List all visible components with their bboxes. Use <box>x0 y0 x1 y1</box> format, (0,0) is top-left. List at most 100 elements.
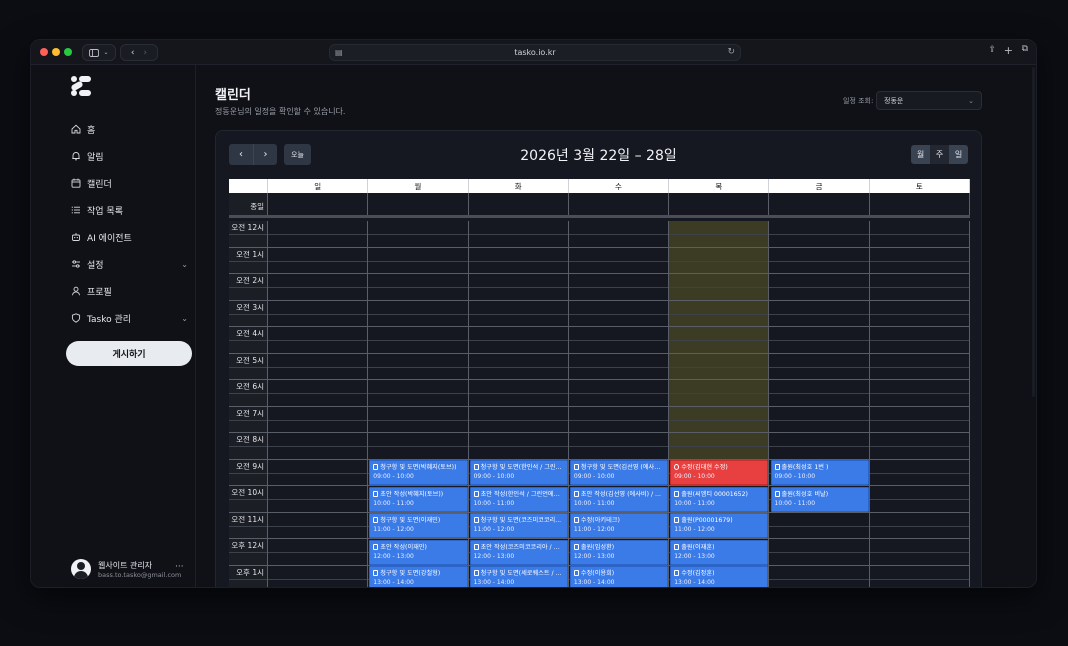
time-slot[interactable] <box>769 433 870 460</box>
time-slot[interactable] <box>869 247 970 274</box>
time-slot[interactable] <box>869 274 970 301</box>
calendar-event[interactable]: 청구항 및 도면(박혜지(토브)) 09:00 - 10:00 <box>369 460 468 485</box>
time-slot[interactable] <box>669 433 770 460</box>
sidebar-item-home[interactable]: 홈 <box>70 120 188 138</box>
time-slot[interactable] <box>669 380 770 407</box>
calendar-event[interactable]: 청구항 및 도면(세로퀘스트 / ... 13:00 - 14:00 <box>469 566 568 587</box>
user-profile[interactable]: 웹사이트 관리자 bass.to.tasko@gmail.com ··· <box>71 557 191 581</box>
schedule-owner-select[interactable]: 정동운 ⌄ <box>876 91 982 110</box>
day-header-4[interactable]: 목 <box>669 179 770 193</box>
time-slot[interactable] <box>468 221 569 248</box>
time-slot[interactable] <box>669 300 770 327</box>
time-slot[interactable] <box>368 221 469 248</box>
all-day-cell[interactable] <box>769 193 870 215</box>
scrollbar[interactable] <box>1032 67 1035 397</box>
view-day-button[interactable]: 일 <box>949 145 968 164</box>
time-slot[interactable] <box>468 300 569 327</box>
time-slot[interactable] <box>669 274 770 301</box>
time-slot[interactable] <box>568 221 670 248</box>
time-slot[interactable] <box>268 433 369 460</box>
time-slot[interactable] <box>568 327 670 354</box>
tab-overview-icon[interactable]: ⧉ <box>1022 44 1028 54</box>
calendar-event[interactable]: 출원(이재훈) 12:00 - 13:00 <box>670 539 769 565</box>
time-slot[interactable] <box>669 353 770 380</box>
close-window-button[interactable] <box>40 48 48 56</box>
time-slot[interactable] <box>669 406 770 433</box>
time-slot[interactable] <box>869 300 970 327</box>
all-day-cell[interactable] <box>368 193 469 215</box>
tasko-logo[interactable] <box>70 75 92 97</box>
time-slot[interactable] <box>368 327 469 354</box>
time-slot[interactable] <box>869 565 970 587</box>
time-slot[interactable] <box>869 353 970 380</box>
time-slot[interactable] <box>568 247 670 274</box>
time-slot[interactable] <box>568 274 670 301</box>
all-day-cell[interactable] <box>468 193 569 215</box>
calendar-event[interactable]: 청구항 및 도면(김선영 (에사비... 09:00 - 10:00 <box>569 460 669 485</box>
calendar-event[interactable]: 출원(씨엠티 00001652) 10:00 - 11:00 <box>670 486 769 512</box>
sidebar-item-tasks[interactable]: 작업 목록 <box>70 201 188 219</box>
time-slot[interactable] <box>368 247 469 274</box>
time-slot[interactable] <box>268 300 369 327</box>
time-slot[interactable] <box>368 300 469 327</box>
time-slot[interactable] <box>268 459 369 486</box>
calendar-event[interactable]: 초안 작성(한인석 / 그린언에너... 10:00 - 11:00 <box>469 486 568 512</box>
day-header-6[interactable]: 토 <box>870 179 970 193</box>
sidebar-toggle-button[interactable]: ⌄ <box>82 44 116 61</box>
calendar-event[interactable]: 수정(김대현 수정) 09:00 - 10:00 <box>670 460 769 485</box>
view-week-button[interactable]: 주 <box>930 145 949 164</box>
time-slot[interactable] <box>769 274 870 301</box>
time-slot[interactable] <box>669 247 770 274</box>
time-slot[interactable] <box>268 353 369 380</box>
time-slot[interactable] <box>368 353 469 380</box>
calendar-event[interactable]: 수정(아키테크) 11:00 - 12:00 <box>569 513 669 538</box>
calendar-event[interactable]: 청구항 및 도면(이재민) 11:00 - 12:00 <box>369 513 468 538</box>
time-slot[interactable] <box>769 565 870 587</box>
chevron-down-icon[interactable]: ⌄ <box>181 314 188 323</box>
day-header-3[interactable]: 수 <box>569 179 670 193</box>
back-button[interactable]: ‹ <box>131 48 135 58</box>
time-slot[interactable] <box>769 327 870 354</box>
calendar-event[interactable]: 초안 작성(김선영 (에사비) / ... 10:00 - 11:00 <box>569 486 669 512</box>
calendar-event[interactable]: 청구항 및 도면(강철형) 13:00 - 14:00 <box>369 566 468 587</box>
time-slot[interactable] <box>268 247 369 274</box>
calendar-event[interactable]: 출원(최성호 1번 ) 09:00 - 10:00 <box>770 460 869 485</box>
day-header-5[interactable]: 금 <box>769 179 870 193</box>
calendar-event[interactable]: 수정(김정훈) 13:00 - 14:00 <box>670 566 769 587</box>
time-slot[interactable] <box>368 274 469 301</box>
time-slot[interactable] <box>468 406 569 433</box>
sidebar-item-alerts[interactable]: 알림 <box>70 147 188 165</box>
time-slot[interactable] <box>268 565 369 587</box>
time-slot[interactable] <box>268 380 369 407</box>
time-slot[interactable] <box>769 300 870 327</box>
page-info-icon[interactable]: ▤ <box>335 48 343 57</box>
time-slot[interactable] <box>869 327 970 354</box>
share-icon[interactable]: ⇪ <box>988 45 996 55</box>
sidebar-item-tasko-admin[interactable]: Tasko 관리 ⌄ <box>70 309 188 327</box>
calendar-event[interactable]: 초안 작성(박혜지(토브)) 10:00 - 11:00 <box>369 486 468 512</box>
time-slot[interactable] <box>869 512 970 539</box>
time-slot[interactable] <box>769 406 870 433</box>
minimize-window-button[interactable] <box>52 48 60 56</box>
time-slot[interactable] <box>268 539 369 566</box>
time-slot[interactable] <box>568 433 670 460</box>
time-slot[interactable] <box>568 380 670 407</box>
address-bar[interactable]: ▤ tasko.io.kr ↻ <box>329 44 741 61</box>
time-slot[interactable] <box>368 380 469 407</box>
new-tab-icon[interactable]: + <box>1004 44 1013 57</box>
calendar-event[interactable]: 청구항 및 도면(코즈미코코리... 11:00 - 12:00 <box>469 513 568 538</box>
sidebar-item-ai-agent[interactable]: AI 에이전트 <box>70 228 188 246</box>
calendar-event[interactable]: 초안 작성(코즈미코코리아 / 김... 12:00 - 13:00 <box>469 539 568 565</box>
all-day-cell[interactable] <box>869 193 970 215</box>
view-month-button[interactable]: 월 <box>911 145 930 164</box>
time-slot[interactable] <box>769 380 870 407</box>
sidebar-item-settings[interactable]: 설정 ⌄ <box>70 255 188 273</box>
time-slot[interactable] <box>568 300 670 327</box>
time-slot[interactable] <box>468 274 569 301</box>
time-slot[interactable] <box>869 380 970 407</box>
maximize-window-button[interactable] <box>64 48 72 56</box>
time-slot[interactable] <box>669 327 770 354</box>
time-slot[interactable] <box>268 327 369 354</box>
forward-button[interactable]: › <box>144 48 148 58</box>
time-slot[interactable] <box>869 459 970 486</box>
